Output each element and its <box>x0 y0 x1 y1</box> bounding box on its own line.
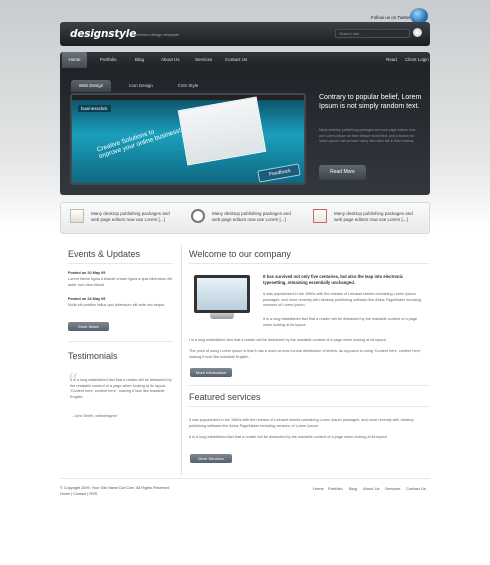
monitor-image <box>194 275 250 313</box>
nav-about[interactable]: About Us <box>161 52 180 68</box>
feature-text-2[interactable]: Many desktop publishing packages and web… <box>212 211 294 223</box>
nav-read[interactable]: Read <box>386 52 397 68</box>
footer-nav-contact[interactable]: Contact Us <box>406 486 426 491</box>
hero-title: Contrary to popular belief, Lorem Ipsum … <box>319 94 422 110</box>
site-tagline: premium design template <box>134 32 179 37</box>
divider <box>68 263 173 264</box>
divider <box>189 263 429 264</box>
events-heading: Events & Updates <box>68 249 141 259</box>
footer-nav-about[interactable]: About Us <box>363 486 379 491</box>
welcome-lead: It has survived not only five centuries,… <box>263 274 404 285</box>
welcome-paragraph: t is a long established fact that a read… <box>189 338 387 342</box>
testimonial-text: It is a long established fact that a rea… <box>70 378 172 399</box>
tab-web-design[interactable]: Web Design <box>71 80 111 92</box>
nav-home[interactable]: Home <box>62 52 87 68</box>
nav-contact[interactable]: Contact Us <box>225 52 247 68</box>
slide-title: Creative Solutions to improve your onlin… <box>96 120 182 160</box>
document-icon <box>70 209 84 223</box>
slide-top-bar <box>72 95 304 100</box>
event-text: Lorem Name ligula a blandit ornare ligul… <box>68 277 173 287</box>
event-text: Nulla elit porttitor tellus quo bibendum… <box>68 303 166 307</box>
footer-nav-services[interactable]: Services <box>385 486 400 491</box>
hero-text: Many desktop publishing packages and web… <box>319 128 416 143</box>
footer-nav-blog[interactable]: Blog <box>349 486 357 491</box>
footer-left: © Copyright 2009. Your Site Name Dot Com… <box>60 486 169 497</box>
nav-client-login[interactable]: Client Login <box>405 52 429 68</box>
feature-text-3[interactable]: Many desktop publishing packages and web… <box>334 211 416 223</box>
nav-services[interactable]: Services <box>195 52 212 68</box>
welcome-paragraph: The point of using Lorem Ipsum is that i… <box>189 349 422 359</box>
welcome-paragraph: It was popularised in the 1960s with the… <box>263 292 422 307</box>
footer-divider <box>60 478 430 479</box>
footer-links[interactable]: Home | Contact | RSS <box>60 492 169 498</box>
copyright: © Copyright 2009. Your Site Name Dot Com… <box>60 486 170 490</box>
welcome-paragraph: It is a long established fact that a rea… <box>263 317 418 327</box>
more-services-button[interactable]: More Services <box>190 454 232 463</box>
services-paragraph: It is a long established fact that a rea… <box>189 435 388 439</box>
hero-slide-image[interactable]: businessclick Creative Solutions to impr… <box>70 93 306 185</box>
read-more-button[interactable]: Read More <box>319 165 366 180</box>
calendar-icon <box>313 209 327 223</box>
footer-nav-home[interactable]: Home <box>313 486 324 491</box>
divider <box>189 406 429 407</box>
slide-brand: businessclick <box>78 105 111 112</box>
services-heading: Featured services <box>189 392 261 402</box>
site-logo[interactable]: designstyle <box>70 28 136 40</box>
welcome-heading: Welcome to our company <box>189 249 291 259</box>
nav-portfolio[interactable]: Portfolio <box>100 52 117 68</box>
footer-nav-portfolio[interactable]: Portfolio <box>328 486 343 491</box>
tab-css-style[interactable]: CSS Style <box>168 80 208 92</box>
divider <box>68 341 173 342</box>
testimonials-heading: Testimonials <box>68 351 118 361</box>
testimonial-author: - John Smith, webdesigner <box>72 414 117 418</box>
tab-icon-design[interactable]: Icon Design <box>118 80 164 92</box>
column-divider <box>181 245 182 475</box>
slide-website-screenshot <box>177 96 267 166</box>
search-icon[interactable] <box>413 28 422 37</box>
nav-blog[interactable]: Blog <box>135 52 144 68</box>
more-news-button[interactable]: More News <box>68 322 109 331</box>
event-date: Posted on 24 May 09 <box>68 297 106 301</box>
follow-twitter-link[interactable]: Follow us on Twitter <box>371 15 411 20</box>
event-date: Posted on 20 May 09 <box>68 271 106 275</box>
feature-text-1[interactable]: Many desktop publishing packages and web… <box>91 211 173 223</box>
magnifier-icon <box>191 209 205 223</box>
more-information-button[interactable]: More Information <box>190 368 232 377</box>
services-paragraph: It was popularised in the 1960s with the… <box>189 418 414 428</box>
monitor-stand <box>210 313 234 319</box>
slide-feedback-button: Feedback <box>257 163 301 183</box>
search-input[interactable]: Search site... <box>335 29 410 38</box>
divider <box>189 385 429 386</box>
